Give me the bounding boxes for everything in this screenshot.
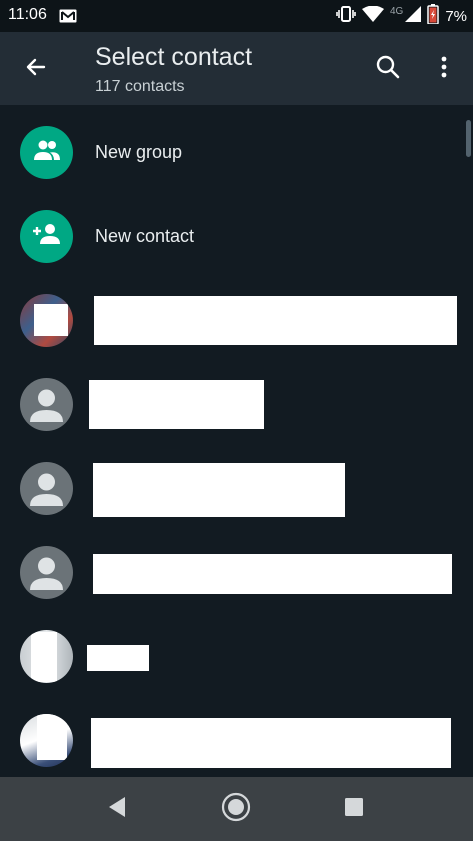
redacted-photo (34, 304, 68, 336)
network-type: 4G (389, 5, 404, 17)
status-time: 11:06 (8, 6, 47, 23)
contact-avatar (20, 294, 73, 347)
signal-icon (405, 5, 422, 27)
new-group-row[interactable]: New group (0, 111, 473, 195)
back-button[interactable] (16, 49, 56, 89)
wifi-icon (361, 5, 384, 27)
default-person-icon (20, 473, 73, 515)
contact-count: 117 contacts (95, 78, 185, 95)
redacted-name (93, 463, 345, 517)
contact-avatar (20, 630, 73, 683)
contact-avatar (20, 462, 73, 515)
contact-row[interactable] (0, 531, 473, 615)
contact-row[interactable] (0, 615, 473, 699)
gmail-icon (59, 9, 77, 28)
person-add-icon (32, 223, 62, 250)
redacted-name (93, 554, 452, 594)
contact-row[interactable] (0, 279, 473, 363)
search-icon (375, 54, 401, 85)
back-triangle-icon (107, 796, 127, 823)
contact-row[interactable] (0, 447, 473, 531)
new-contact-label: New contact (95, 226, 195, 246)
default-person-icon (20, 389, 73, 431)
more-vert-icon (441, 56, 447, 83)
nav-bar (0, 777, 473, 841)
contact-row[interactable] (0, 699, 473, 777)
default-person-icon (20, 557, 73, 599)
screen: 11:06 4G 7% Select contact 117 contacts … (0, 0, 473, 841)
nav-home-button[interactable] (216, 789, 256, 829)
contact-list[interactable]: New group New contact (0, 105, 473, 777)
app-bar: Select contact 117 contacts (0, 32, 473, 105)
page-title: Select contact (95, 43, 253, 71)
nav-back-button[interactable] (97, 789, 137, 829)
contact-row[interactable] (0, 363, 473, 447)
nav-recents-button[interactable] (334, 789, 374, 829)
scrollbar-thumb[interactable] (466, 120, 471, 157)
new-group-label: New group (95, 142, 183, 162)
group-icon (32, 139, 62, 166)
home-circle-icon (221, 792, 251, 827)
new-contact-avatar (20, 210, 73, 263)
battery-icon (427, 3, 440, 29)
battery-percent: 7% (445, 7, 467, 25)
contact-avatar (20, 378, 73, 431)
redacted-photo (31, 632, 57, 682)
back-arrow-icon (24, 55, 48, 84)
new-group-avatar (20, 126, 73, 179)
contact-avatar (20, 714, 73, 767)
status-icons: 4G 7% (330, 3, 467, 29)
new-contact-row[interactable]: New contact (0, 195, 473, 279)
status-bar: 11:06 4G 7% (0, 0, 473, 32)
recents-square-icon (344, 797, 364, 822)
redacted-name (89, 380, 264, 429)
contact-avatar (20, 546, 73, 599)
search-button[interactable] (368, 49, 408, 89)
vibrate-icon (336, 5, 356, 27)
redacted-photo (37, 714, 67, 760)
more-options-button[interactable] (424, 49, 464, 89)
redacted-name (91, 718, 451, 768)
redacted-name (94, 296, 457, 345)
redacted-name (87, 645, 149, 671)
